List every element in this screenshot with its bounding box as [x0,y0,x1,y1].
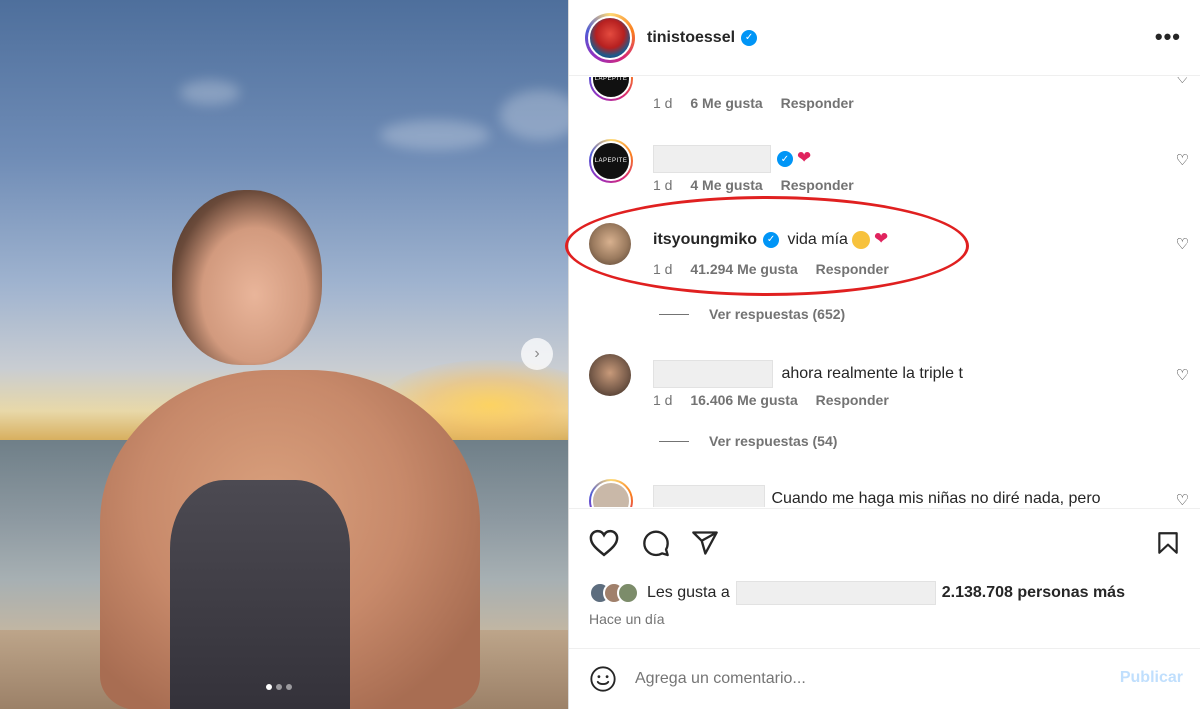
view-replies-button[interactable]: Ver respuestas (54) [659,433,837,449]
comments-list: LAPEPITE 1 d 6 Me gusta Responder ♡ LAPE… [569,77,1200,507]
heart-emoji-icon: ❤ [873,229,889,248]
swimsuit [170,480,350,709]
redacted-liker [735,581,936,605]
commenter-avatar[interactable]: LAPEPITE [589,77,633,101]
publish-button[interactable]: Publicar [1120,669,1183,687]
carousel-dot [266,684,272,690]
post-header: tinistoessel ✓ ••• [569,0,1200,76]
person-head [172,190,322,365]
comment-likes[interactable]: 41.294 Me gusta [690,261,797,277]
carousel-dots [266,684,292,690]
view-replies-button[interactable]: Ver respuestas (652) [659,306,845,322]
post-timestamp: Hace un día [589,611,665,627]
comment-meta: 1 d 4 Me gusta Responder [653,177,868,193]
comment-text: ahora realmente la triple t [653,360,963,388]
commenter-username[interactable]: itsyoungmiko [653,231,757,248]
reply-button[interactable]: Responder [781,177,854,193]
verified-badge-icon: ✓ [763,231,780,248]
comment-meta: 1 d 41.294 Me gusta Responder [653,261,903,277]
save-bookmark-icon[interactable] [1155,529,1181,562]
liker-avatars [589,582,639,604]
reply-button[interactable]: Responder [816,261,889,277]
cloud [180,80,240,105]
comment-meta: 1 d 6 Me gusta Responder [653,95,868,111]
redacted-username [653,485,765,507]
like-comment-icon[interactable]: ♡ [1176,366,1189,384]
comment-text: itsyoungmiko ✓ vida mía ❤ [653,229,888,249]
author-avatar[interactable] [585,12,635,63]
comment-time: 1 d [653,392,673,408]
verified-badge-icon: ✓ [741,29,758,46]
comment-time: 1 d [653,261,673,277]
carousel-dot [276,684,282,690]
comment-likes[interactable]: 4 Me gusta [690,177,762,193]
commenter-avatar[interactable]: LAPEPITE [589,139,633,183]
add-comment-bar: Publicar [569,648,1200,709]
comment-likes[interactable]: 16.406 Me gusta [690,392,797,408]
post-image[interactable]: › [0,0,568,709]
divider [659,313,689,315]
like-comment-icon[interactable]: ♡ [1176,77,1189,87]
redacted-username [653,145,771,173]
comment-bubble-icon[interactable] [641,529,671,562]
liker-avatar [617,582,639,604]
heart-emoji-icon: ❤ [797,148,812,168]
cloud [500,90,568,140]
tired-face-emoji-icon [851,230,870,249]
cloud [380,120,490,150]
comment-time: 1 d [653,95,673,111]
author-username[interactable]: tinistoessel [647,29,735,47]
comment-text: ✓ ❤ [653,145,811,173]
next-image-button[interactable]: › [521,338,553,370]
commenter-avatar[interactable] [589,223,633,267]
post-panel: tinistoessel ✓ ••• LAPEPITE 1 d 6 Me gus… [568,0,1200,709]
comment-input[interactable] [635,670,1075,688]
likes-prefix: Les gusta a [647,584,730,601]
comment-text: Cuando me haga mis niñas no diré nada, p… [653,485,1101,507]
more-options-icon[interactable]: ••• [1155,24,1181,50]
like-heart-icon[interactable] [589,529,619,562]
commenter-avatar[interactable] [589,354,633,398]
commenter-avatar[interactable] [589,479,633,507]
comment-body: Cuando me haga mis niñas no diré nada, p… [771,490,1101,507]
divider [659,440,689,442]
comment-meta: 1 d 16.406 Me gusta Responder [653,392,903,408]
verified-badge-icon: ✓ [777,151,793,167]
like-comment-icon[interactable]: ♡ [1176,151,1189,169]
comment-body: vida mía [787,231,848,248]
comment-likes[interactable]: 6 Me gusta [690,95,762,111]
likes-summary[interactable]: Les gusta a 2.138.708 personas más [589,581,1125,605]
reply-button[interactable]: Responder [781,95,854,111]
carousel-dot [286,684,292,690]
like-comment-icon[interactable]: ♡ [1176,235,1189,253]
comment-body: ahora realmente la triple t [781,365,963,383]
comment-time: 1 d [653,177,673,193]
emoji-picker-icon[interactable] [589,665,617,693]
like-comment-icon[interactable]: ♡ [1176,491,1189,507]
share-send-icon[interactable] [691,529,719,562]
likes-count[interactable]: 2.138.708 personas más [942,584,1125,602]
redacted-username [653,360,773,388]
reply-button[interactable]: Responder [816,392,889,408]
